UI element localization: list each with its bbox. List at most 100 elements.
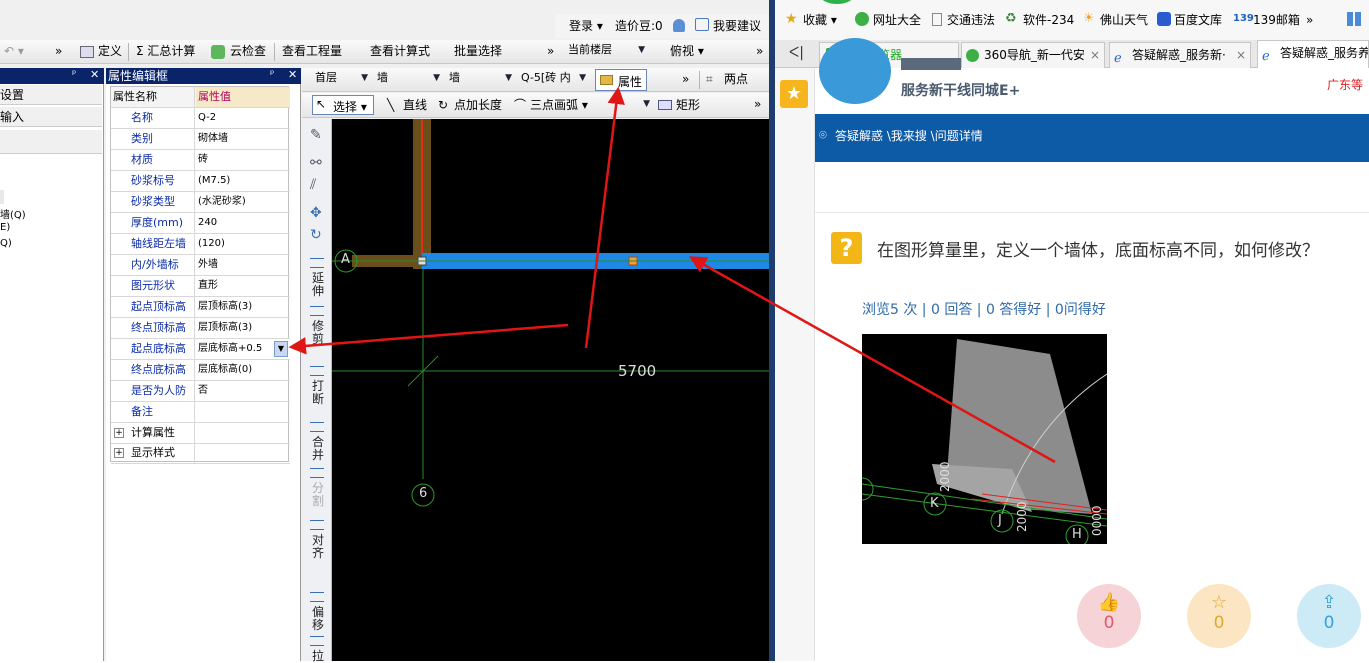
undo-button[interactable]: ↶ ▾ <box>4 40 24 62</box>
property-row[interactable]: 砂浆标号 (M7.5) <box>111 171 290 192</box>
question-image[interactable]: K J H 2000 2000 0000 <box>862 334 1107 544</box>
property-row[interactable]: 轴线距左墙 (120) <box>111 234 290 255</box>
property-value[interactable]: 层顶标高(3) <box>196 318 290 338</box>
shape-select[interactable]: ▼ <box>600 95 652 115</box>
tool-label[interactable]: 打断 <box>311 380 325 406</box>
property-row[interactable]: 厚度(mm) 240 <box>111 213 290 234</box>
like-button[interactable]: 👍 0 <box>1077 584 1141 648</box>
property-value[interactable]: (120) <box>196 234 290 254</box>
tree-item[interactable]: 墙(Q) <box>0 206 26 221</box>
component-select[interactable]: Q-5[砖 内 ▼ <box>518 69 588 89</box>
tool-label[interactable]: 合并 <box>311 436 325 462</box>
property-row[interactable]: 终点顶标高 层顶标高(3) <box>111 318 290 339</box>
group-display-style[interactable]: + 显示样式 <box>111 443 290 464</box>
bookmark-favorites[interactable]: 收藏 ▾ <box>803 10 837 30</box>
mirror-icon[interactable]: ⫽ <box>310 177 316 193</box>
close-tab-icon[interactable]: × <box>1090 43 1100 67</box>
property-value[interactable]: 层底标高(0) <box>196 360 290 380</box>
property-row[interactable]: 类别 砌体墙 <box>111 129 290 150</box>
point-length-button[interactable]: 点加长度 <box>454 94 502 116</box>
property-value[interactable]: 240 <box>196 213 290 233</box>
property-row[interactable]: 起点底标高 层底标高+0.5 ▼ <box>111 339 290 360</box>
close-tab-icon[interactable]: × <box>1236 43 1246 67</box>
apps-icon[interactable] <box>1347 12 1361 26</box>
close-icon[interactable]: ✕ <box>90 68 99 81</box>
view-formula-button[interactable]: 查看计算式 <box>370 40 430 62</box>
toolbar-overflow-3[interactable]: » <box>756 40 763 62</box>
toolbar-overflow[interactable]: » <box>754 93 761 115</box>
tool-label[interactable]: 修剪 <box>311 320 325 346</box>
tool-label[interactable]: 分割 <box>311 482 325 508</box>
select-button[interactable]: ↖ 选择 ▾ <box>312 95 374 115</box>
favorite-button[interactable]: ☆ 0 <box>1187 584 1251 648</box>
suggest-link[interactable]: 我要建议 <box>713 17 761 34</box>
tab-qa-1[interactable]: ℯ 答疑解惑_服务新· × <box>1109 42 1251 68</box>
copy-icon[interactable]: ⚯ <box>310 155 322 171</box>
bell-icon[interactable] <box>673 19 685 32</box>
property-row[interactable]: 图元形状 直形 <box>111 276 290 297</box>
floor-select[interactable]: 首层 ▼ <box>312 69 370 89</box>
tool-label[interactable]: 偏移 <box>311 606 325 632</box>
dropdown-arrow-icon[interactable]: ▼ <box>274 341 288 357</box>
rect-button[interactable]: 矩形 <box>676 94 700 116</box>
line-button[interactable]: 直线 <box>403 94 427 116</box>
tool-label[interactable]: 延伸 <box>311 272 325 298</box>
sum-calc-button[interactable]: Σ 汇总计算 <box>136 40 195 62</box>
toolbar-overflow[interactable]: » <box>55 40 62 62</box>
bookmark-mail[interactable]: 139邮箱 <box>1253 10 1300 30</box>
input-item[interactable]: 输入 <box>0 107 102 127</box>
tool-label[interactable]: 拉 <box>311 650 325 663</box>
group-calc-props[interactable]: + 计算属性 <box>111 423 290 444</box>
close-icon[interactable]: ✕ <box>288 68 297 81</box>
property-value[interactable]: 直形 <box>196 276 290 296</box>
define-button[interactable]: 定义 <box>98 40 122 62</box>
breadcrumb[interactable]: 答疑解惑 \我来搜 \问题详情 <box>835 127 983 144</box>
tab-qa-2-active[interactable]: ℯ 答疑解惑_服务养 <box>1257 40 1369 68</box>
bookmarks-overflow[interactable]: » <box>1306 10 1313 30</box>
bookmark-weather[interactable]: 佛山天气 <box>1100 10 1148 30</box>
tool-label[interactable]: 对齐 <box>311 534 325 560</box>
bookmark-traffic[interactable]: 交通违法 <box>947 10 995 30</box>
view-quantity-button[interactable]: 查看工程量 <box>282 40 342 62</box>
tab-scroll-left[interactable]: ᐸ| <box>789 45 804 61</box>
property-value[interactable]: (M7.5) <box>196 171 290 191</box>
region-label[interactable]: 广东等 <box>1327 76 1363 93</box>
property-value[interactable]: 外墙 <box>196 255 290 275</box>
two-points-button[interactable]: 两点 <box>724 68 748 90</box>
property-row[interactable]: 内/外墙标 外墙 <box>111 255 290 276</box>
property-row[interactable]: 是否为人防否 <box>111 381 290 402</box>
share-button[interactable]: ⇪ 0 <box>1297 584 1361 648</box>
pin-icon[interactable]: ᵖ <box>72 69 76 80</box>
property-value[interactable]: 砌体墙 <box>196 129 290 149</box>
property-value[interactable]: 否 <box>196 381 290 401</box>
bookmark-nav[interactable]: 网址大全 <box>873 10 921 30</box>
property-value[interactable]: 砖 <box>196 150 290 170</box>
bookmark-baidu[interactable]: 百度文库 <box>1174 10 1222 30</box>
property-row[interactable]: 名称 Q-2 <box>111 108 290 129</box>
toolbar-overflow-2[interactable]: » <box>547 40 554 62</box>
pin-icon[interactable]: ᵖ <box>270 69 274 80</box>
cloud-check-button[interactable]: 云检查 <box>230 40 266 62</box>
type2-select[interactable]: 墙 ▼ <box>446 69 514 89</box>
arc-button[interactable]: 三点画弧 ▾ <box>530 94 588 116</box>
property-row[interactable]: 终点底标高 层底标高(0) <box>111 360 290 381</box>
settings-item[interactable]: 设置 <box>0 85 102 105</box>
property-value[interactable]: Q-2 <box>196 108 290 128</box>
property-row[interactable]: 起点顶标高 层顶标高(3) <box>111 297 290 318</box>
tree-item[interactable]: Q) <box>0 238 12 249</box>
bookmark-software[interactable]: 软件-234 <box>1023 10 1074 30</box>
property-value[interactable]: 层顶标高(3) <box>196 297 290 317</box>
brush-icon[interactable]: ✎ <box>310 127 322 143</box>
tab-360-nav[interactable]: 360导航_新一代安 × <box>961 42 1105 68</box>
property-row[interactable]: 材质砖 <box>111 150 290 171</box>
type1-select[interactable]: 墙 ▼ <box>374 69 442 89</box>
move-icon[interactable]: ✥ <box>310 205 322 221</box>
batch-select-button[interactable]: 批量选择 <box>454 40 502 62</box>
cad-canvas[interactable]: A 6 5700 <box>332 119 769 661</box>
tree-item[interactable]: E) <box>0 222 10 233</box>
property-button[interactable]: 属性 <box>595 69 647 91</box>
property-value[interactable] <box>196 402 290 422</box>
toolbar-overflow[interactable]: » <box>682 68 689 90</box>
property-value[interactable]: (水泥砂浆) <box>196 192 290 212</box>
rotate-icon[interactable]: ↻ <box>310 227 322 243</box>
